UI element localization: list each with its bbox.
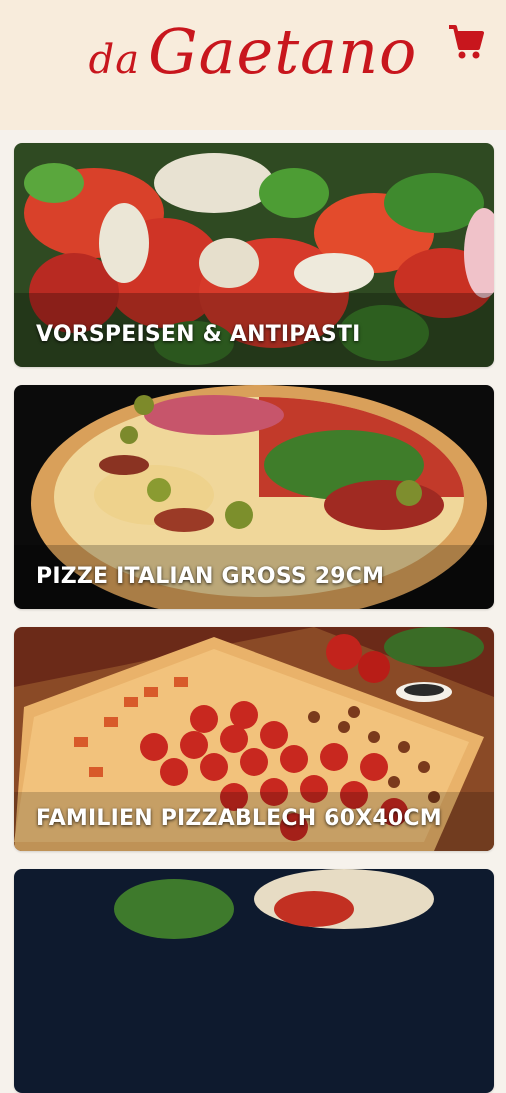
logo-prefix: da: [88, 37, 141, 83]
category-label: VORSPEISEN & ANTIPASTI: [36, 322, 361, 347]
app-header: da Gaetano: [0, 0, 506, 130]
pizza-partial-image: [14, 869, 494, 1093]
shopping-cart-icon[interactable]: [446, 22, 486, 62]
category-card-partial[interactable]: [14, 869, 494, 1093]
brand-logo[interactable]: da Gaetano: [0, 15, 506, 88]
category-card-vorspeisen[interactable]: VORSPEISEN & ANTIPASTI: [14, 143, 494, 367]
category-card-pizze[interactable]: PIZZE ITALIAN GROSS 29CM: [14, 385, 494, 609]
category-label: FAMILIEN PIZZABLECH 60X40CM: [36, 806, 442, 831]
logo-name: Gaetano: [148, 15, 418, 88]
category-label: PIZZE ITALIAN GROSS 29CM: [36, 564, 385, 589]
category-card-familien[interactable]: FAMILIEN PIZZABLECH 60X40CM: [14, 627, 494, 851]
